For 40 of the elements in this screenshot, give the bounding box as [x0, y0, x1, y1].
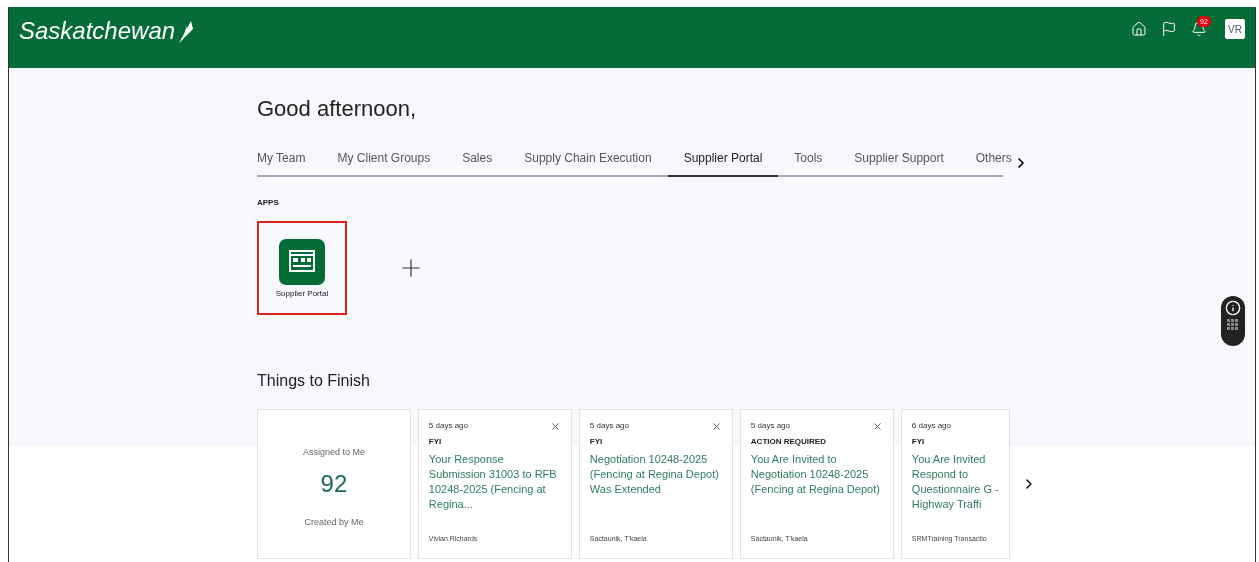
time-label: 6 days ago [911, 420, 951, 432]
time-label: 5 days ago [589, 420, 629, 432]
close-icon[interactable] [871, 420, 883, 432]
task-title[interactable]: You Are Invited to Negotiation 10248-2025 (Fencing at Regina Depot) [750, 452, 883, 528]
category-label: FYI [911, 437, 926, 447]
task-title[interactable]: You Are Invited Respond to Questionnaire G - Highway Traffi [911, 452, 1006, 528]
home-icon[interactable] [1131, 21, 1147, 37]
nav-tab[interactable]: Sales [446, 149, 509, 177]
nav-tab[interactable]: Others [959, 149, 1028, 177]
time-label: 5 days ago [428, 420, 468, 432]
portal-app-icon [279, 239, 325, 285]
notifications-icon[interactable] [1191, 21, 1207, 37]
help-widget[interactable] [1221, 296, 1245, 346]
app-tile[interactable]: Supplier Portal [257, 221, 347, 315]
grid-icon[interactable] [1227, 319, 1239, 331]
close-icon[interactable] [710, 420, 722, 432]
task-title[interactable]: Negotiation 10248-2025 (Fencing at Regina Depot) Was Extended [589, 452, 722, 528]
assigned-label: Assigned to Me [302, 446, 365, 459]
wheat-icon [177, 19, 196, 43]
category-label: ACTION REQUIRED [750, 437, 827, 447]
avatar-button[interactable]: VR [1225, 19, 1245, 39]
nav-tab[interactable]: Supply Chain Execution [508, 149, 668, 177]
assigned-count[interactable]: 92 [320, 465, 348, 502]
greeting-heading: Good afternoon, [257, 95, 417, 123]
category-label: FYI [589, 437, 604, 447]
nav-tab[interactable]: My Client Groups [321, 149, 447, 177]
category-label: FYI [428, 437, 443, 447]
logo-text: Saskatchewan [19, 16, 176, 46]
created-label: Created by Me [304, 515, 364, 529]
info-icon[interactable] [1225, 300, 1241, 316]
apps-heading: APPS [257, 197, 280, 209]
section-heading: Things to Finish [257, 371, 371, 391]
close-icon[interactable] [549, 420, 561, 432]
nav-tab[interactable]: Tools [778, 149, 839, 177]
flag-icon[interactable] [1161, 21, 1177, 37]
nav-tab[interactable]: Supplier Support [838, 149, 960, 177]
nav-tab[interactable]: My Team [257, 149, 322, 177]
nav-tab[interactable]: Supplier Portal [667, 149, 779, 177]
task-title[interactable]: Your Response Submission 31003 to RFB 10248-2025 (Fencing at Regina... [428, 452, 561, 528]
time-label: 5 days ago [750, 420, 790, 432]
